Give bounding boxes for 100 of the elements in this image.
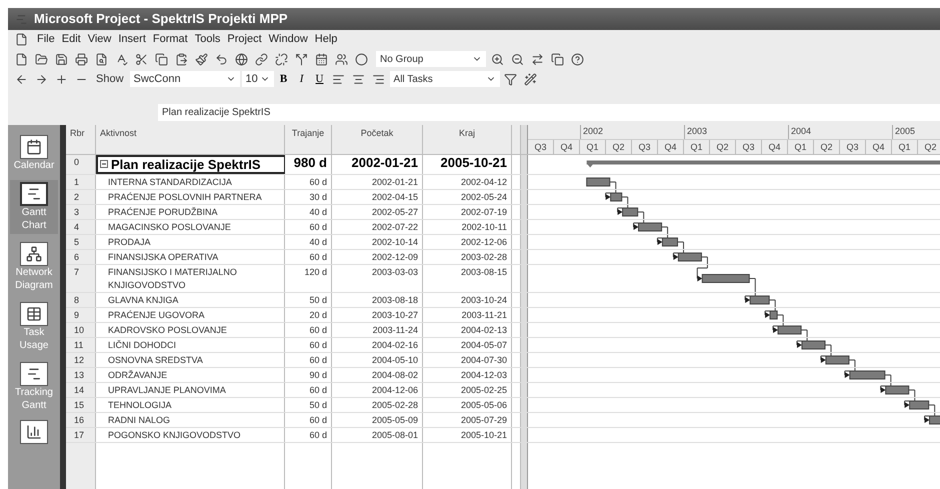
row-number[interactable]: 3 [66,205,96,219]
end-date-cell: 2002-12-06 [460,237,507,247]
group-dropdown[interactable]: No Group [376,51,486,67]
task-name-cell[interactable]: PRAĆENJE PORUDŽBINA [96,205,285,219]
row-number[interactable]: 4 [66,220,96,234]
end-date-cell: 2005-10-21 [460,430,507,440]
task-name: MAGACINSKO POSLOVANJE [108,221,231,234]
column-header[interactable]: Kraj [423,125,512,154]
task-name-cell[interactable]: LIČNI DOHODCI [96,338,285,352]
timeline-quarter: Q4 [762,140,788,154]
menu-item[interactable]: Edit [62,31,81,48]
link-arrow [656,234,668,245]
task-bar[interactable] [610,192,622,202]
row-number[interactable]: 13 [66,368,96,382]
task-name: UPRAVLJANJE PLANOVIMA [108,384,226,397]
timeline-quarter: Q4 [554,140,580,154]
menu-item[interactable]: Help [314,31,338,48]
row-number[interactable]: 14 [66,383,96,397]
column-header[interactable]: Rbr [66,125,96,154]
timeline-quarter: Q3 [528,140,554,154]
start-date-cell: 2004-08-02 [372,370,418,380]
font-dropdown[interactable]: SwcConn [130,71,240,87]
menu-item[interactable]: Window [268,31,308,48]
timeline-quarter: Q1 [684,140,710,154]
task-bar[interactable] [750,296,770,304]
duration-cell: 980 d [294,155,327,170]
row-number[interactable]: 8 [66,293,96,307]
link-line [609,182,616,190]
italic-button[interactable]: I [294,70,310,88]
row-number[interactable]: 17 [66,428,96,442]
show-button[interactable]: Show [92,70,128,88]
menu-item[interactable]: Insert [118,31,146,48]
row-number[interactable]: 7 [66,265,96,292]
task-name-cell[interactable]: Plan realizacije SpektrIS [96,155,285,174]
column-header[interactable]: Aktivnost [96,125,285,154]
task-bar[interactable] [622,208,638,216]
task-bar[interactable] [770,310,778,320]
task-name-cell[interactable]: GLAVNA KNJIGA [96,293,285,307]
task-name-cell[interactable]: UPRAVLJANJE PLANOVIMA [96,383,285,397]
row-number[interactable]: 15 [66,398,96,412]
collapse-icon[interactable] [100,160,108,168]
start-date-cell: 2003-10-27 [372,310,418,320]
menu-item[interactable]: File [37,31,55,48]
task-name-cell[interactable]: POGONSKO KNJIGOVODSTVO [96,428,285,442]
link-line [800,330,808,338]
link-arrow [605,190,616,200]
timeline-year: 2005 [893,125,940,138]
menu-item[interactable]: Format [152,31,188,48]
task-name-cell[interactable]: TEHNOLOGIJA [96,398,285,412]
duration-cell: 60 d [309,222,327,232]
task-name-cell[interactable]: FINANSIJSKO I MATERIJALNO KNJIGOVODSTVO [96,265,285,292]
task-bar[interactable] [662,238,678,246]
font-size-dropdown[interactable]: 10 [242,71,274,87]
task-name-cell[interactable]: INTERNA STANDARDIZACIJA [96,175,285,189]
column-header[interactable]: Trajanje [285,125,332,154]
bold-button[interactable]: B [276,70,292,88]
menu-item[interactable]: Tools [194,31,220,48]
entry-field[interactable]: Plan realizacije SpektrIS [158,104,940,120]
row-number[interactable]: 10 [66,323,96,337]
row-number[interactable]: 0 [66,155,96,174]
task-name-cell[interactable]: ODRŽAVANJE [96,368,285,382]
task-name-cell[interactable]: OSNOVNA SREDSTVA [96,353,285,367]
menu-item[interactable]: View [88,31,112,48]
end-date-cell: 2005-07-29 [460,415,507,425]
menu-item[interactable]: Project [227,31,262,48]
task-name-cell[interactable]: PRAĆENJE UGOVORA [96,308,285,322]
row-number[interactable]: 16 [66,413,96,427]
column-header[interactable]: Početak [332,125,423,154]
row-number[interactable]: 12 [66,353,96,367]
link-line [677,242,684,250]
duration-cell: 60 d [309,340,327,350]
row-number[interactable]: 5 [66,235,96,249]
end-date-cell: 2002-04-12 [460,177,507,187]
task-name: Plan realizacije SpektrIS [111,158,261,172]
end-date-cell: 2004-05-07 [460,340,507,350]
task-name: PRAĆENJE POSLOVNIH PARTNERA [108,191,262,204]
duration-cell: 50 d [309,400,327,410]
task-name-cell[interactable]: PRODAJA [96,235,285,249]
task-name-cell[interactable]: FINANSIJSKA OPERATIVA [96,250,285,264]
start-date-cell: 2005-05-09 [372,415,418,425]
row-number[interactable]: 1 [66,175,96,189]
task-name-cell[interactable]: MAGACINSKO POSLOVANJE [96,220,285,234]
task-name-cell[interactable]: RADNI NALOG [96,413,285,427]
task-bar[interactable] [909,400,930,410]
underline-button[interactable]: U [312,70,328,88]
task-name: RADNI NALOG [108,414,170,427]
task-name: OSNOVNA SREDSTVA [108,354,203,367]
task-name-cell[interactable]: PRAĆENJE POSLOVNIH PARTNERA [96,190,285,204]
task-bar[interactable] [801,340,826,350]
row-number[interactable]: 2 [66,190,96,204]
row-number[interactable]: 11 [66,338,96,352]
timeline-quarter: Q2 [710,140,736,154]
filter-dropdown[interactable]: All Tasks [390,71,500,87]
duration-cell: 30 d [309,192,327,202]
start-date-cell: 2004-05-10 [372,355,418,365]
row-number[interactable]: 9 [66,308,96,322]
summary-bar[interactable] [586,160,940,168]
task-name-cell[interactable]: KADROVSKO POSLOVANJE [96,323,285,337]
row-number[interactable]: 6 [66,250,96,264]
duration-cell: 20 d [309,310,327,320]
